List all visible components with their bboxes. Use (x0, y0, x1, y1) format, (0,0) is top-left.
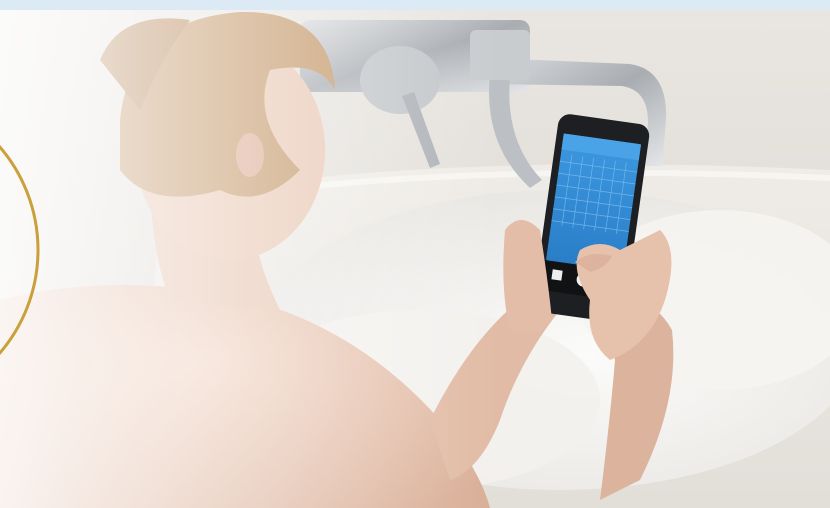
photo-area (0, 10, 830, 508)
bath-photo (0, 0, 830, 508)
photo-frame (0, 0, 830, 508)
left-light-haze (0, 10, 830, 508)
